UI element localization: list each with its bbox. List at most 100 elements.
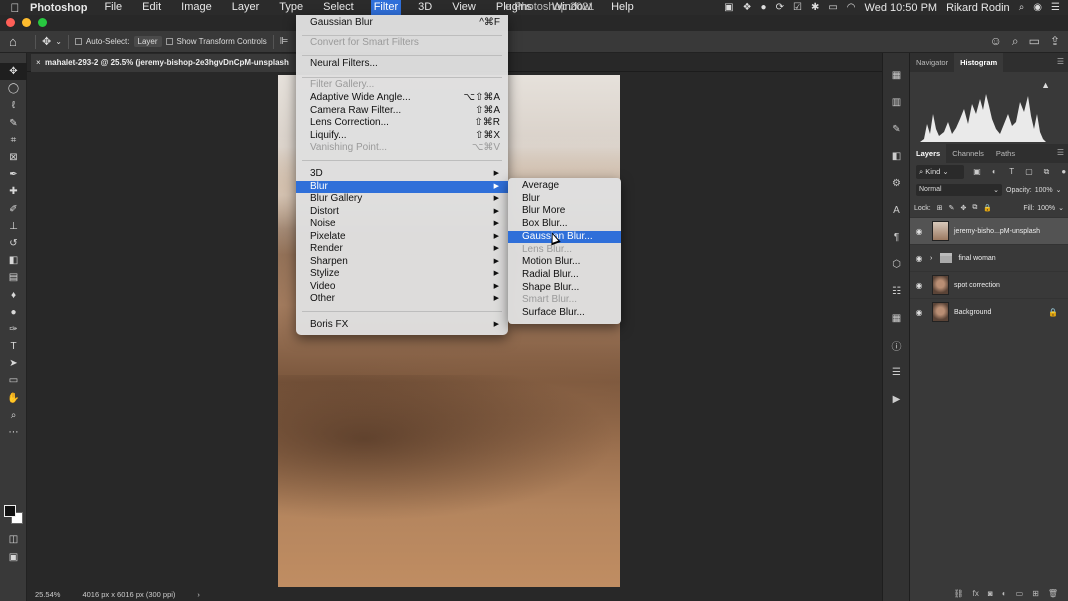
new-layer-icon[interactable]: ⊞ — [1032, 589, 1039, 598]
dropbox-icon[interactable]: ❖ — [743, 2, 752, 13]
menu-item-3d[interactable]: 3D ▶ — [296, 168, 508, 181]
menu-item-distort[interactable]: Distort ▶ — [296, 206, 508, 219]
tab-histogram[interactable]: Histogram — [954, 53, 1004, 72]
lock-transparent-icon[interactable]: ⊞ — [937, 204, 943, 212]
stamp-tool-icon[interactable]: ⊥ — [0, 218, 27, 235]
close-icon[interactable]: × — [36, 54, 41, 72]
foreground-color[interactable] — [4, 505, 16, 517]
menu-item-noise[interactable]: Noise ▶ — [296, 218, 508, 231]
auto-select-dropdown[interactable]: Layer — [133, 36, 162, 47]
lock-pixels-icon[interactable]: ✎ — [949, 204, 955, 212]
chevron-down-icon[interactable]: ⌄ — [55, 37, 62, 46]
menu-item-video[interactable]: Video ▶ — [296, 281, 508, 294]
dodge-tool-icon[interactable]: ● — [0, 304, 27, 321]
panel-menu-icon[interactable]: ☰ — [1057, 148, 1064, 157]
move-tool-icon[interactable]: ✥ — [42, 35, 51, 48]
blur-tool-icon[interactable]: ♦ — [0, 286, 27, 303]
menu-item-other[interactable]: Other ▶ — [296, 293, 508, 306]
shape-filter-icon[interactable]: ▢ — [1025, 167, 1033, 177]
lasso-tool-icon[interactable]: ℓ — [0, 97, 27, 114]
tab-navigator[interactable]: Navigator — [910, 53, 954, 72]
grid-icon[interactable]: ▥ — [883, 89, 910, 116]
adjustments-icon[interactable]: ☰ — [883, 359, 910, 386]
control-center-icon[interactable]: ◉ — [1033, 2, 1042, 13]
menu-item-shape-blur[interactable]: Shape Blur... — [508, 282, 621, 295]
layer-row[interactable]: ◉ Background 🔒 — [910, 298, 1068, 325]
healing-brush-icon[interactable]: ✚ — [0, 183, 27, 200]
menu-item-adaptive-wide-angle[interactable]: Adaptive Wide Angle... ⌥⇧⌘A — [296, 92, 508, 105]
menu-filter[interactable]: Filter — [370, 0, 402, 15]
menu-layer[interactable]: Layer — [229, 0, 263, 15]
quick-select-tool-icon[interactable]: ✎ — [0, 115, 27, 132]
hand-tool-icon[interactable]: ✋ — [0, 390, 27, 407]
play-icon[interactable]: ▶ — [883, 386, 910, 413]
menu-item-surface-blur[interactable]: Surface Blur... — [508, 307, 621, 320]
menu-item-render[interactable]: Render ▶ — [296, 243, 508, 256]
lock-all-icon[interactable]: 🔒 — [983, 204, 992, 212]
zoom-window-button[interactable] — [38, 18, 47, 27]
menu-item-blur-gallery[interactable]: Blur Gallery ▶ — [296, 193, 508, 206]
spotlight-icon[interactable]: ⌕ — [1019, 2, 1025, 13]
gradient-tool-icon[interactable]: ▤ — [0, 269, 27, 286]
menu-image[interactable]: Image — [178, 0, 215, 15]
add-mask-icon[interactable]: ◙ — [988, 589, 993, 598]
show-transform-checkbox[interactable] — [165, 38, 173, 45]
menu-item-boris-fx[interactable]: Boris FX ▶ — [296, 319, 508, 332]
bluetooth-icon[interactable]: ✱ — [811, 2, 819, 13]
menu-item-neural-filters[interactable]: Neural Filters... — [296, 58, 508, 71]
wifi-icon[interactable]: ◠ — [847, 2, 856, 13]
clock[interactable]: Wed 10:50 PM — [865, 2, 938, 14]
3d-icon[interactable]: ⬡ — [883, 251, 910, 278]
lock-position-icon[interactable]: ✥ — [960, 204, 966, 212]
layer-row[interactable]: ◉ jeremy-bisho...pM-unsplash — [910, 217, 1068, 244]
crop-tool-icon[interactable]: ⌗ — [0, 132, 27, 149]
menu-item-camera-raw[interactable]: Camera Raw Filter... ⇧⌘A — [296, 105, 508, 118]
menu-item-sharpen[interactable]: Sharpen ▶ — [296, 256, 508, 269]
zoom-tool-icon[interactable]: ⌕ — [0, 407, 27, 424]
table-icon[interactable]: ▦ — [883, 305, 910, 332]
home-icon[interactable]: ⌂ — [9, 34, 29, 49]
pen-tool-icon[interactable]: ✑ — [0, 321, 27, 338]
rectangle-tool-icon[interactable]: ▭ — [0, 372, 27, 389]
menu-3d[interactable]: 3D — [415, 0, 435, 15]
align-left-icon[interactable]: ⊫ — [280, 36, 289, 47]
move-tool-icon[interactable]: ✥ — [0, 63, 27, 81]
check-icon[interactable]: ☑ — [793, 2, 802, 13]
quick-mask-icon[interactable]: ◫ — [0, 531, 27, 548]
opacity-value[interactable]: 100% — [1035, 187, 1053, 194]
user-name[interactable]: Rikard Rodin — [946, 2, 1010, 14]
new-group-icon[interactable]: ▭ — [1016, 589, 1024, 598]
layer-row[interactable]: ◉ spot correction — [910, 271, 1068, 298]
more-tools-icon[interactable]: ⋯ — [0, 424, 27, 441]
character-icon[interactable]: A — [883, 197, 910, 224]
smart-object-filter-icon[interactable]: ⧉ — [1042, 167, 1050, 177]
tab-channels[interactable]: Channels — [946, 144, 990, 163]
chevron-down-icon[interactable]: ⌄ — [1056, 186, 1062, 194]
fill-value[interactable]: 100% — [1037, 205, 1055, 212]
color-swatches[interactable] — [4, 505, 24, 525]
minimize-window-button[interactable] — [22, 18, 31, 27]
brush-tool-icon[interactable]: ✐ — [0, 201, 27, 218]
lock-artboard-icon[interactable]: ⧉ — [972, 204, 977, 212]
link-layers-icon[interactable]: ⛓ — [954, 589, 964, 598]
menu-file[interactable]: File — [101, 0, 125, 15]
path-select-tool-icon[interactable]: ➤ — [0, 355, 27, 372]
actions-icon[interactable]: ⚙ — [883, 170, 910, 197]
menu-help[interactable]: Help — [608, 0, 637, 15]
visibility-eye-icon[interactable]: ◉ — [910, 254, 928, 263]
close-window-button[interactable] — [6, 18, 15, 27]
app-menu[interactable]: Photoshop — [30, 2, 87, 14]
properties-icon[interactable]: ☷ — [883, 278, 910, 305]
eyedropper-tool-icon[interactable]: ✒ — [0, 166, 27, 183]
fx-icon[interactable]: fx — [973, 589, 979, 598]
adjustment-layer-icon[interactable]: ◐ — [1002, 589, 1007, 598]
menu-type[interactable]: Type — [276, 0, 306, 15]
menu-item-blur-simple[interactable]: Blur — [508, 193, 621, 206]
filter-toggle-icon[interactable]: ● — [1060, 167, 1068, 177]
menu-edit[interactable]: Edit — [139, 0, 164, 15]
apple-icon[interactable]:  — [0, 1, 30, 15]
tab-layers[interactable]: Layers — [910, 144, 947, 163]
upload-icon[interactable]: ⇪ — [1050, 34, 1060, 49]
zoom-level[interactable]: 25.54% — [35, 590, 60, 599]
info-icon[interactable]: ⓘ — [883, 332, 910, 359]
